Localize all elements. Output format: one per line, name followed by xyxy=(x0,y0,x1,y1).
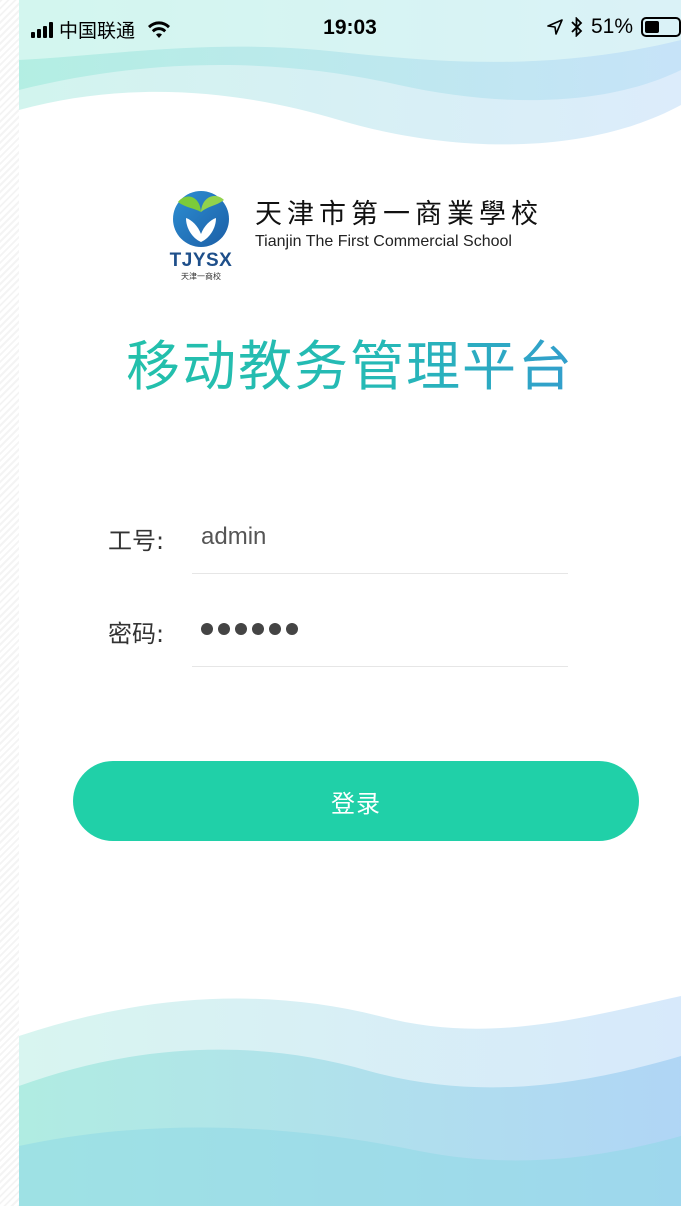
status-bar: 中国联通 19:03 51% xyxy=(19,0,681,54)
login-button[interactable]: 登录 xyxy=(73,761,639,841)
battery-percent: 51% xyxy=(590,15,633,38)
password-mask-dot xyxy=(235,623,247,635)
school-name-en: Tianjin The First Commercial School xyxy=(255,233,512,250)
password-mask-dot xyxy=(286,623,298,635)
password-mask-dot xyxy=(269,623,281,635)
bluetooth-icon xyxy=(571,17,583,37)
logo-abbreviation: TJYSX xyxy=(169,250,233,271)
username-field: 工号: xyxy=(108,511,568,574)
logo-abbreviation-cn: 天津一商校 xyxy=(181,272,221,281)
password-input[interactable] xyxy=(201,614,298,644)
phone-screen: 中国联通 19:03 51% TJYSX 天津一商校 天津市第一商業學校 Tia… xyxy=(19,0,681,1206)
username-input[interactable] xyxy=(201,517,561,557)
battery-icon xyxy=(641,17,681,37)
password-mask-dot xyxy=(201,623,213,635)
password-field: 密码: xyxy=(108,604,568,667)
logo-mark: TJYSX 天津一商校 xyxy=(169,190,233,282)
location-arrow-icon xyxy=(547,19,563,35)
school-emblem-icon xyxy=(173,191,229,247)
status-right: 51% xyxy=(547,15,681,39)
logo-text: 天津市第一商業學校 Tianjin The First Commercial S… xyxy=(255,192,543,251)
username-underline xyxy=(192,573,568,574)
app-title: 移动教务管理平台 xyxy=(19,322,681,401)
school-logo: TJYSX 天津一商校 天津市第一商業學校 Tianjin The First … xyxy=(169,190,543,282)
bottom-wave-decoration xyxy=(19,996,681,1206)
username-label: 工号: xyxy=(108,527,165,555)
battery-level xyxy=(645,21,660,33)
password-mask-dot xyxy=(218,623,230,635)
password-label: 密码: xyxy=(108,620,165,648)
password-underline xyxy=(192,666,568,667)
password-mask-dot xyxy=(252,623,264,635)
school-name-cn: 天津市第一商業學校 xyxy=(255,199,543,230)
